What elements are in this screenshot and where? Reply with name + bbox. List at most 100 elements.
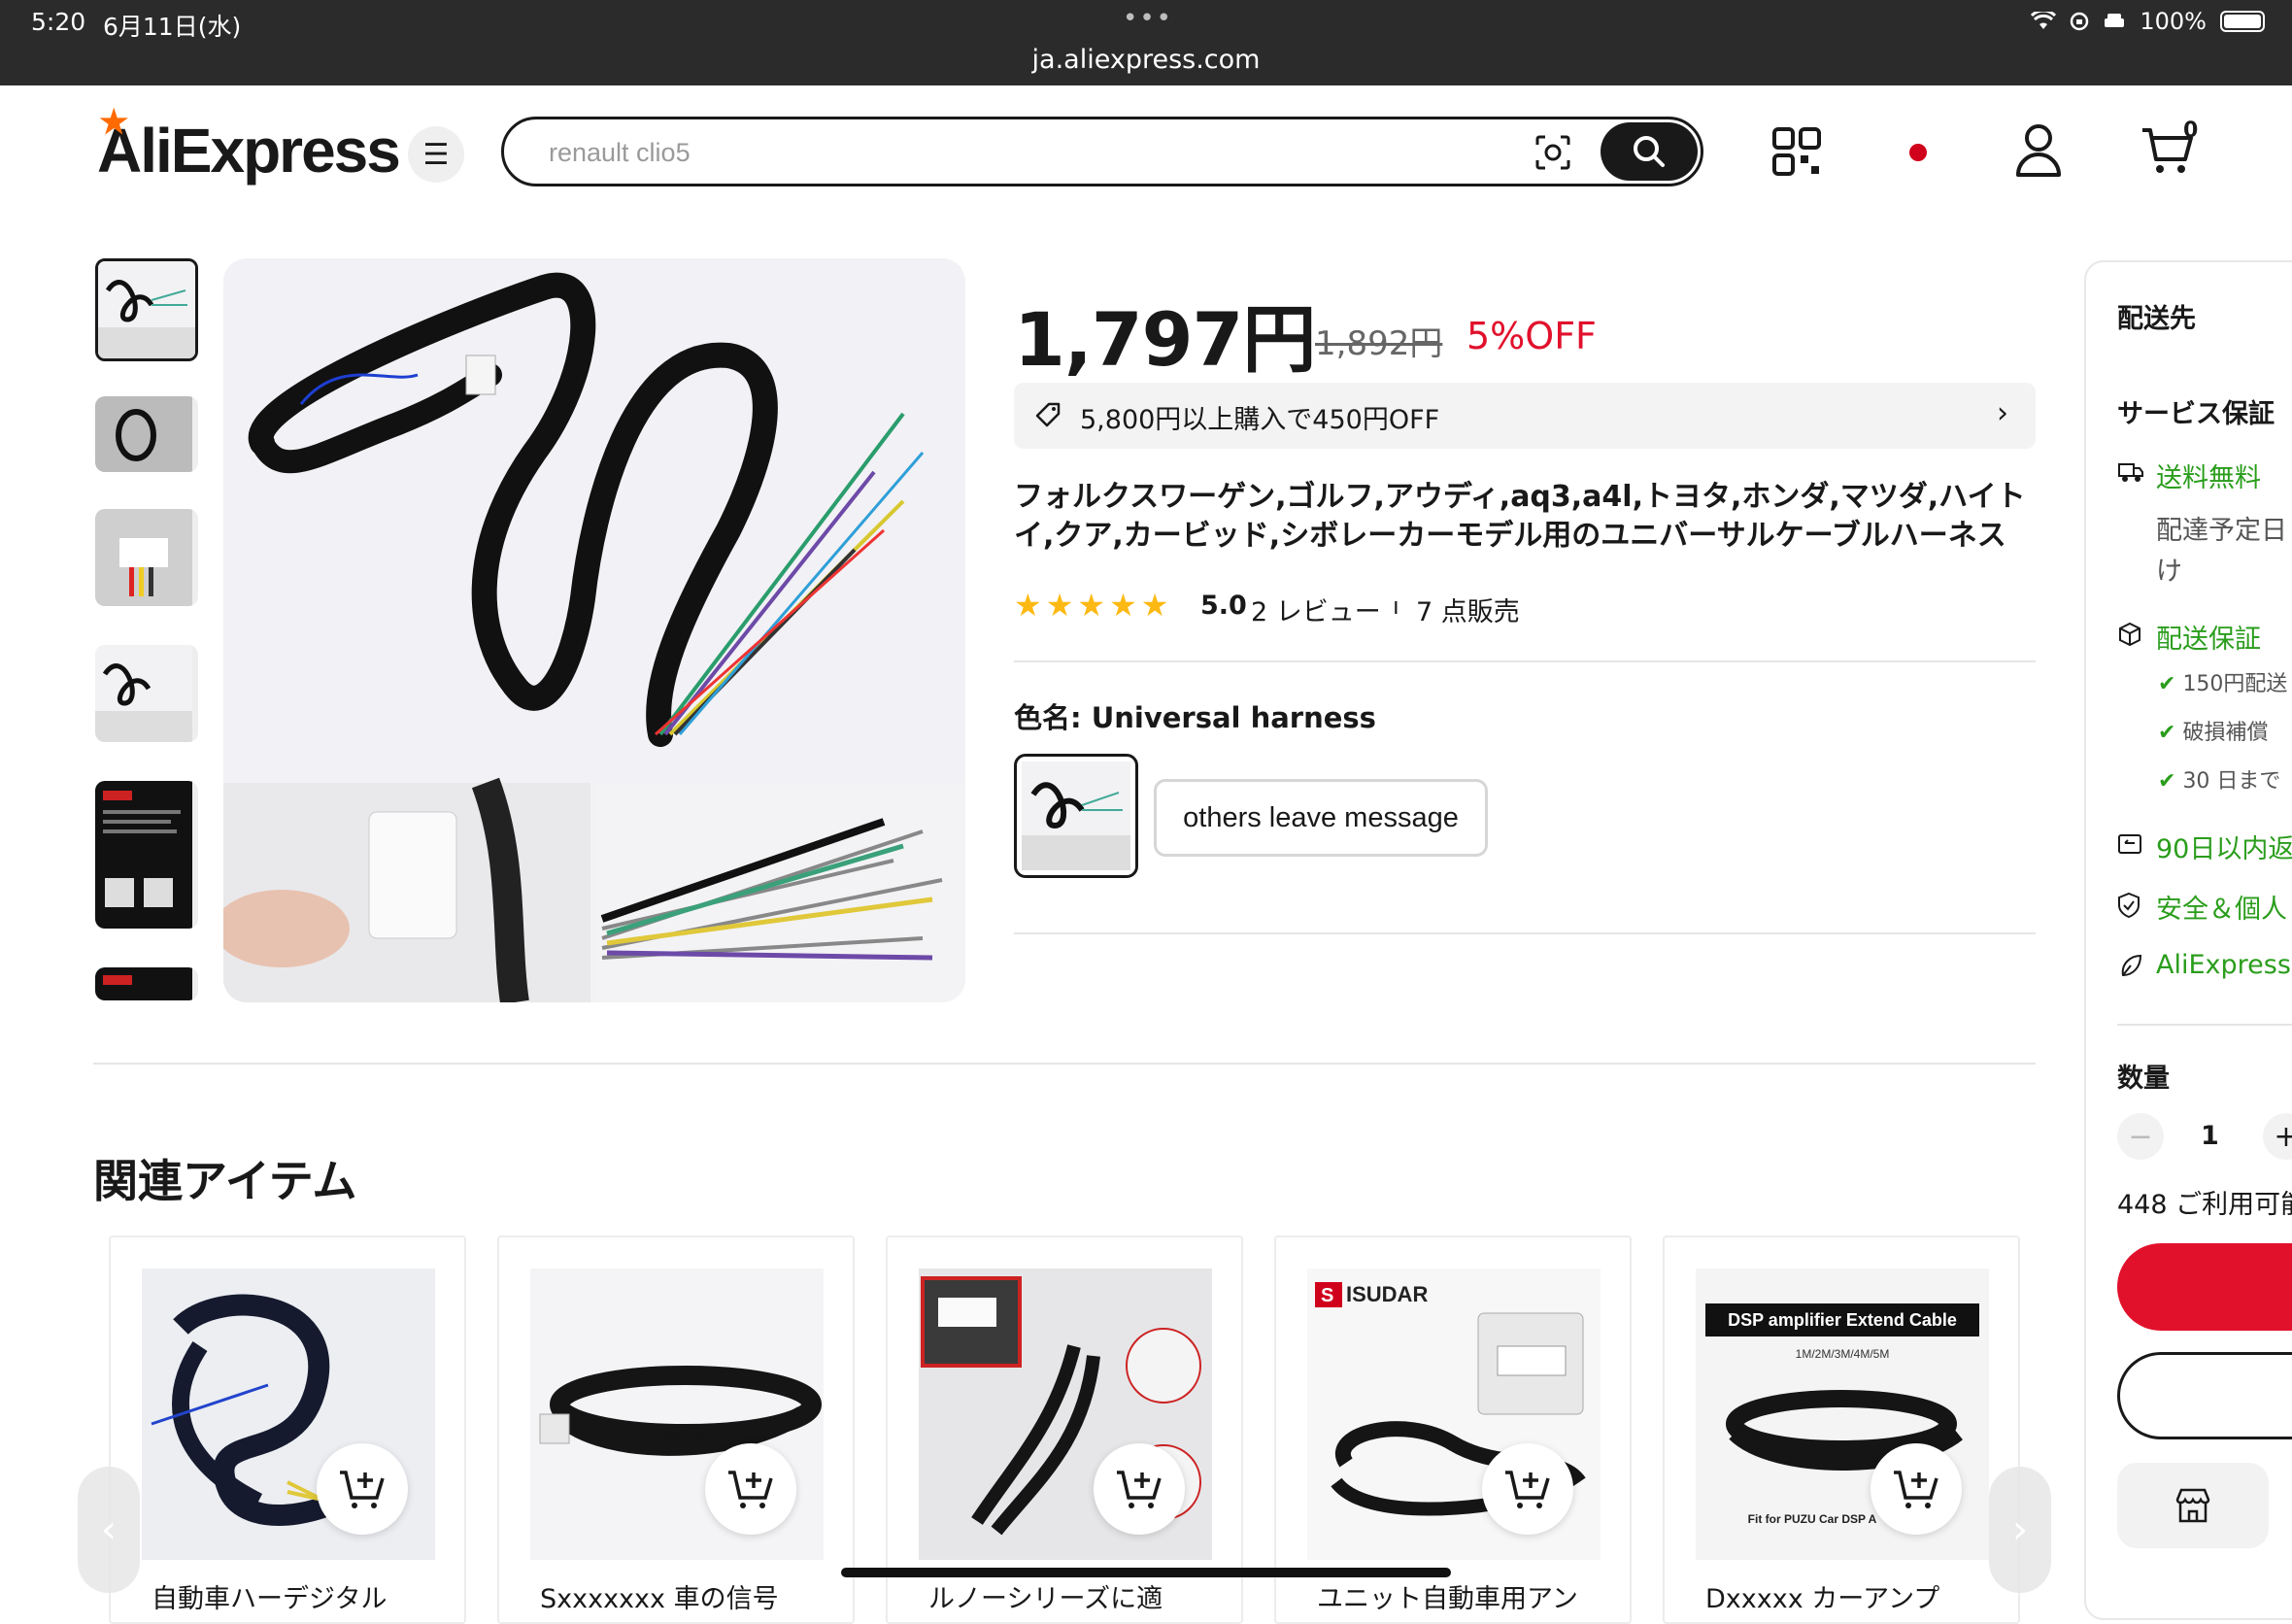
delivery-estimate: 配達予定日	[2156, 516, 2287, 546]
check-icon: ✔	[2158, 721, 2183, 745]
truck-icon	[2118, 463, 2143, 482]
buy-now-button[interactable]	[2117, 1243, 2292, 1331]
chevron-right-icon: ›	[2012, 1507, 2028, 1552]
store-button[interactable]	[2117, 1463, 2269, 1548]
thumbnail-image	[95, 781, 192, 929]
chevron-left-icon: ‹	[101, 1507, 117, 1552]
guarantee-item: ✔ 150円配送	[2158, 672, 2288, 696]
search-button[interactable]	[1601, 122, 1698, 181]
add-to-cart-icon-button[interactable]	[1482, 1443, 1573, 1535]
logo-text: AliExpress	[97, 116, 401, 186]
available-stock: 448 ご利用可能	[2117, 1190, 2292, 1220]
battery-icon	[2220, 11, 2265, 32]
add-to-cart-button[interactable]	[2117, 1352, 2292, 1439]
related-item-card[interactable]: Sxxxxxxx 車の信号	[497, 1235, 855, 1624]
check-icon: ✔	[2158, 769, 2183, 794]
delivery-estimate-cont: け	[2156, 557, 2182, 587]
discount-label: 5%OFF	[1466, 315, 1597, 357]
package-guarantee-icon	[2119, 622, 2140, 647]
coupon-text: 5,800円以上購入で450円OFF	[1080, 405, 1440, 435]
aliexpress-logo[interactable]: ★ AliExpress	[97, 104, 401, 186]
add-to-cart-icon-button[interactable]	[1094, 1443, 1185, 1535]
thumbnail-5[interactable]	[95, 781, 198, 929]
quantity-decrease-button[interactable]: −	[2117, 1113, 2164, 1160]
related-item-caption: ルノーシリーズに適	[928, 1584, 1163, 1614]
star-icon: ★	[1014, 587, 1046, 624]
leaf-icon	[2121, 954, 2142, 977]
related-item-card[interactable]: 自動車ハーデジタル	[109, 1235, 466, 1624]
related-item-card[interactable]: ルノーシリーズに適	[886, 1235, 1243, 1624]
return-box-icon	[2118, 834, 2141, 854]
product-title: フォルクスワーゲン,ゴルフ,アウディ,aq3,a4l,トヨタ,ホンダ,マツダ,ハ…	[1014, 480, 2026, 553]
rating-value: 5.0	[1200, 591, 1247, 621]
divider	[1014, 932, 2036, 934]
related-item-caption: Dxxxxx カーアンプ	[1705, 1584, 1940, 1614]
hamburger-menu-button[interactable]: ☰	[408, 126, 464, 183]
search-input[interactable]	[549, 133, 1423, 172]
product-photo	[223, 258, 965, 1002]
cart-plus-icon	[728, 1471, 773, 1508]
shield-icon	[2118, 892, 2140, 919]
qr-code-icon[interactable]	[1771, 126, 1822, 177]
coupon-banner[interactable]: 5,800円以上購入で450円OFF ›	[1014, 383, 2036, 449]
quantity-increase-button[interactable]: +	[2263, 1113, 2292, 1160]
carousel-next-button[interactable]: ›	[1989, 1467, 2051, 1593]
wifi-icon	[2031, 12, 2057, 29]
guarantee-item: ✔ 30 日まで	[2158, 769, 2281, 794]
coupon-tag-icon	[1035, 402, 1061, 427]
delivery-guarantee[interactable]: 配送保証	[2156, 618, 2261, 656]
status-time: 5:20	[31, 8, 86, 36]
chevron-right-icon: ›	[1997, 396, 2008, 430]
sold-count: 7 点販売	[1416, 597, 1520, 627]
thumbnail-image	[95, 967, 192, 1000]
star-icon: ★	[1077, 587, 1110, 624]
cart-plus-icon	[1894, 1471, 1938, 1508]
variant-image	[1022, 761, 1130, 870]
security-privacy[interactable]: 安全＆個人	[2156, 888, 2287, 926]
free-shipping[interactable]: 送料無料	[2156, 457, 2261, 494]
thumbnail-2[interactable]	[95, 396, 198, 472]
image-search-icon[interactable]	[1534, 133, 1572, 172]
store-icon	[2175, 1488, 2210, 1523]
search-icon	[1634, 136, 1665, 167]
separator: ı	[1393, 592, 1399, 620]
returns-policy[interactable]: 90日以内返	[2156, 828, 2292, 865]
address-bar-url[interactable]: ja.aliexpress.com	[0, 45, 2292, 75]
quantity-value[interactable]: 1	[2201, 1121, 2219, 1151]
svg-text:S: S	[1321, 1285, 1333, 1306]
main-product-image[interactable]	[223, 258, 965, 1002]
lock-rotation-icon	[2071, 12, 2089, 31]
thumbnail-6[interactable]	[95, 967, 198, 1000]
account-icon[interactable]	[2014, 122, 2063, 177]
guarantee-item: ✔ 破損補償	[2158, 721, 2269, 745]
aliexpress-commitment[interactable]: AliExpress	[2156, 950, 2291, 980]
region-flag-icon[interactable]	[1909, 144, 1927, 161]
related-item-caption: 自動車ハーデジタル	[152, 1584, 388, 1614]
car-icon	[2105, 14, 2125, 27]
cart-plus-icon	[1117, 1471, 1162, 1508]
related-item-card[interactable]: S ISUDAR ユニット自動車用アン	[1274, 1235, 1632, 1624]
add-to-cart-icon-button[interactable]	[317, 1443, 408, 1535]
divider	[2117, 1024, 2292, 1026]
thumbnail-3[interactable]	[95, 509, 198, 606]
check-icon: ✔	[2158, 672, 2183, 696]
related-item-caption: ユニット自動車用アン	[1317, 1584, 1578, 1614]
reviews-link[interactable]: 2 レビュー	[1251, 591, 1381, 628]
purchase-panel: 配送先 サービス保証 送料無料 配達予定日 け 配送保証 ✔ 150円配送 ✔ …	[2084, 260, 2292, 1620]
variant-universal-harness[interactable]	[1014, 754, 1138, 878]
ship-to-label[interactable]: 配送先	[2117, 297, 2196, 335]
thumbnail-1[interactable]	[95, 258, 198, 361]
thumbnail-4[interactable]	[95, 645, 198, 742]
menu-icon: ☰	[422, 137, 450, 172]
more-dots-icon[interactable]: •••	[1123, 4, 1173, 33]
variant-others-leave-message[interactable]: others leave message	[1154, 779, 1488, 857]
product-footnote: Fit for PUZU Car DSP A	[1748, 1512, 1877, 1526]
related-item-card[interactable]: DSP amplifier Extend Cable 1M/2M/3M/4M/5M…	[1663, 1235, 2020, 1624]
cart-count-badge: 0	[2183, 118, 2199, 143]
color-label: 色名: Universal harness	[1014, 701, 1376, 734]
add-to-cart-icon-button[interactable]	[1871, 1443, 1962, 1535]
divider	[93, 1063, 2036, 1065]
home-indicator[interactable]	[841, 1568, 1451, 1577]
add-to-cart-icon-button[interactable]	[705, 1443, 796, 1535]
carousel-prev-button[interactable]: ‹	[78, 1467, 140, 1593]
